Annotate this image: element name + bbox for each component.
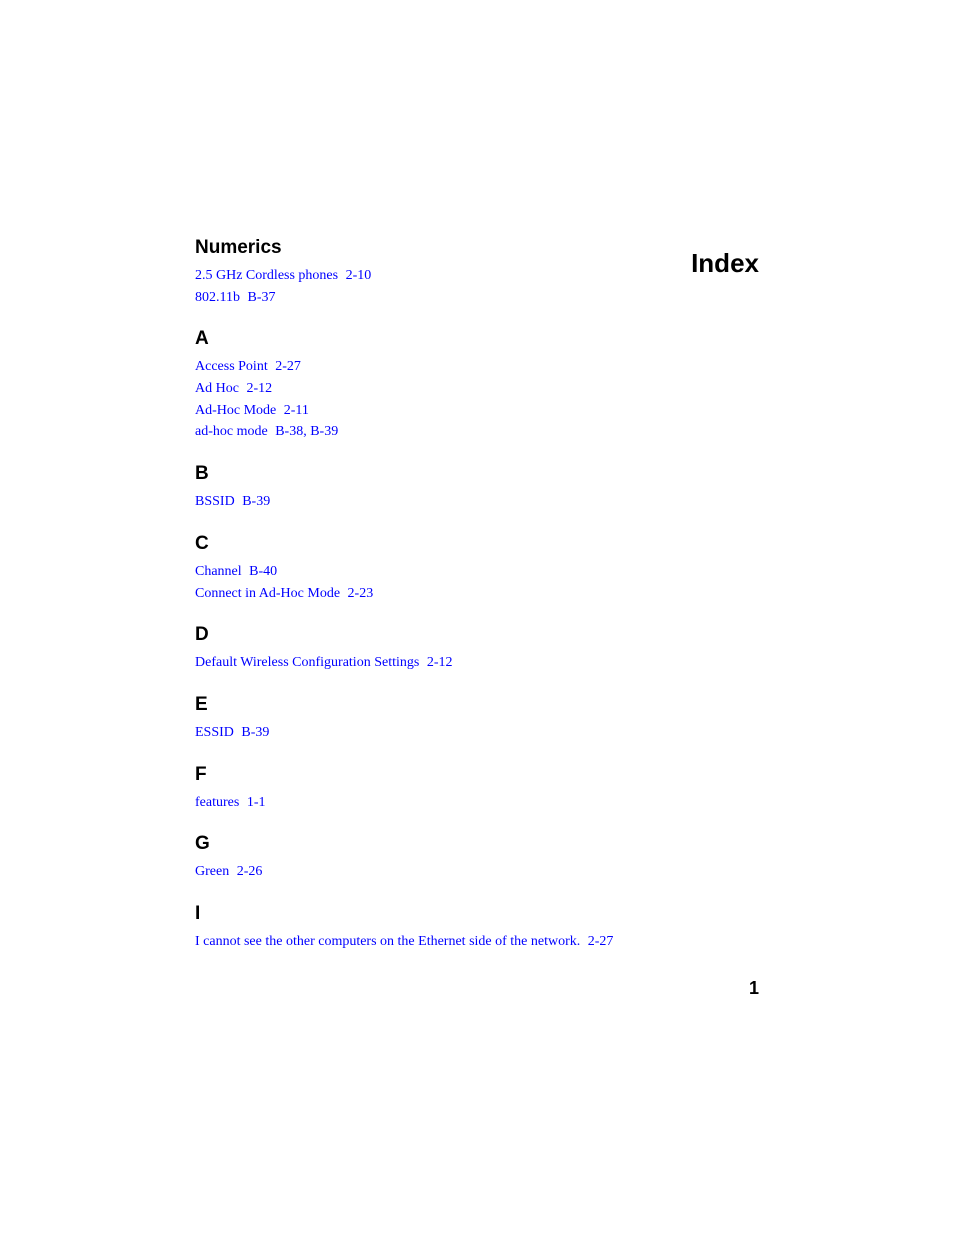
entry-page: 1-1	[247, 795, 266, 810]
index-content: Numerics 2.5 GHz Cordless phones 2-10 80…	[195, 237, 755, 973]
entry-term: 802.11b	[195, 290, 240, 305]
entry-page: B-39	[241, 725, 269, 740]
entry-page: 2-27	[588, 934, 614, 949]
entry-term: Ad Hoc	[195, 381, 239, 396]
section-heading: F	[195, 764, 755, 786]
entry-page: 2-12	[427, 655, 453, 670]
index-entry[interactable]: 802.11b B-37	[195, 287, 755, 309]
section-heading: B	[195, 463, 755, 485]
section-heading: C	[195, 533, 755, 555]
index-entry[interactable]: ad-hoc mode B-38, B-39	[195, 421, 755, 443]
page-number: 1	[749, 978, 759, 999]
entry-term: ad-hoc mode	[195, 424, 268, 439]
section-c: C Channel B-40 Connect in Ad-Hoc Mode 2-…	[195, 533, 755, 604]
index-entry[interactable]: Green 2-26	[195, 861, 755, 883]
section-a: A Access Point 2-27 Ad Hoc 2-12 Ad-Hoc M…	[195, 328, 755, 443]
entry-page: 2-23	[348, 586, 374, 601]
entry-page: 2-27	[275, 359, 301, 374]
entry-page: B-38, B-39	[275, 424, 338, 439]
entry-page: B-39	[242, 494, 270, 509]
section-heading: Numerics	[195, 237, 755, 259]
section-b: B BSSID B-39	[195, 463, 755, 513]
index-entry[interactable]: 2.5 GHz Cordless phones 2-10	[195, 265, 755, 287]
index-entry[interactable]: Default Wireless Configuration Settings …	[195, 652, 755, 674]
entry-page: 2-11	[284, 403, 309, 418]
section-heading: A	[195, 328, 755, 350]
section-heading: D	[195, 624, 755, 646]
section-i: I I cannot see the other computers on th…	[195, 903, 755, 953]
entry-page: 2-10	[346, 268, 372, 283]
entry-page: 2-12	[246, 381, 272, 396]
entry-term: 2.5 GHz Cordless phones	[195, 268, 338, 283]
entry-term: Access Point	[195, 359, 268, 374]
section-heading: I	[195, 903, 755, 925]
index-entry[interactable]: Access Point 2-27	[195, 356, 755, 378]
index-entry[interactable]: ESSID B-39	[195, 722, 755, 744]
entry-page: B-37	[247, 290, 275, 305]
entry-page: 2-26	[237, 864, 263, 879]
section-d: D Default Wireless Configuration Setting…	[195, 624, 755, 674]
entry-term: BSSID	[195, 494, 235, 509]
section-e: E ESSID B-39	[195, 694, 755, 744]
entry-term: Ad-Hoc Mode	[195, 403, 276, 418]
section-f: F features 1-1	[195, 764, 755, 814]
index-entry[interactable]: Ad Hoc 2-12	[195, 378, 755, 400]
section-heading: G	[195, 833, 755, 855]
entry-term: Connect in Ad-Hoc Mode	[195, 586, 340, 601]
entry-term: Green	[195, 864, 229, 879]
index-entry[interactable]: Connect in Ad-Hoc Mode 2-23	[195, 583, 755, 605]
index-entry[interactable]: Ad-Hoc Mode 2-11	[195, 400, 755, 422]
section-numerics: Numerics 2.5 GHz Cordless phones 2-10 80…	[195, 237, 755, 308]
entry-term: Channel	[195, 564, 242, 579]
index-entry[interactable]: features 1-1	[195, 792, 755, 814]
section-g: G Green 2-26	[195, 833, 755, 883]
entry-term: Default Wireless Configuration Settings	[195, 655, 419, 670]
entry-term: features	[195, 795, 239, 810]
entry-term: ESSID	[195, 725, 234, 740]
index-entry[interactable]: I cannot see the other computers on the …	[195, 931, 755, 953]
entry-page: B-40	[249, 564, 277, 579]
section-heading: E	[195, 694, 755, 716]
index-entry[interactable]: Channel B-40	[195, 561, 755, 583]
entry-term: I cannot see the other computers on the …	[195, 934, 580, 949]
index-entry[interactable]: BSSID B-39	[195, 491, 755, 513]
